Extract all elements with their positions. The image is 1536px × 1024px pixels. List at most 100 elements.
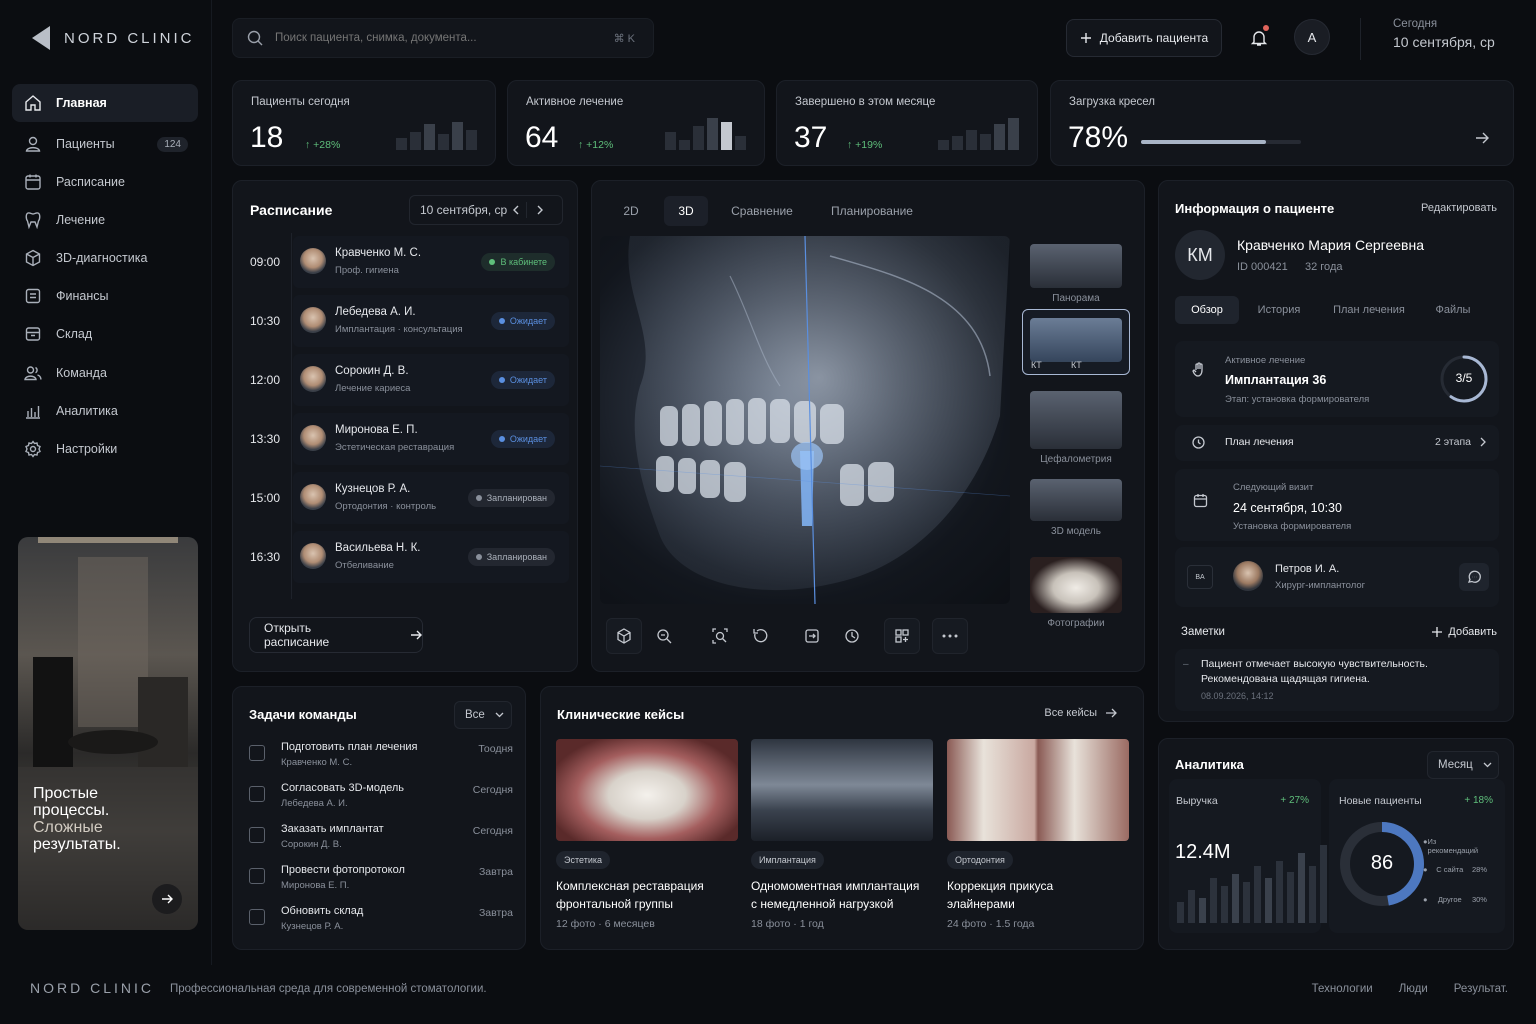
schedule-row[interactable]: 09:00 Кравченко М. С. Проф. гигиена В кабин… xyxy=(233,233,579,291)
appointment-card[interactable]: Лебедева А. И. Имплантация · консультация… xyxy=(293,295,569,347)
thumb-3d-model[interactable]: 3D модель xyxy=(1022,475,1130,539)
sidebar-item-warehouse[interactable]: Склад xyxy=(12,315,198,353)
schedule-row[interactable]: 10:30 Лебедева А. И. Имплантация · консуль… xyxy=(233,292,579,350)
view-3d-button[interactable] xyxy=(606,618,642,654)
tab-files[interactable]: Файлы xyxy=(1421,296,1485,324)
stat-card-completed-month[interactable]: Завершено в этом месяце 37 ↑ +19% xyxy=(776,80,1038,166)
active-treatment-card[interactable]: Активное лечение Имплантация 36 Этап: ус… xyxy=(1175,341,1499,417)
add-patient-button[interactable]: Добавить пациента xyxy=(1066,19,1222,57)
case-card[interactable]: Эстетика Комплексная реставрация фронталь… xyxy=(556,739,738,930)
3d-skull-scan[interactable] xyxy=(600,236,1010,604)
stat-card-patients-today[interactable]: Пациенты сегодня 18 ↑ +28% xyxy=(232,80,496,166)
task-checkbox[interactable] xyxy=(249,827,265,843)
promo-arrow-button[interactable] xyxy=(152,884,182,914)
status-label: Ожидает xyxy=(509,316,547,326)
tab-overview[interactable]: Обзор xyxy=(1175,296,1239,324)
task-item[interactable]: Заказать имплантат Сорокин Д. В. Сегодня xyxy=(249,823,513,863)
viewer-toolbar xyxy=(932,618,968,654)
task-checkbox[interactable] xyxy=(249,786,265,802)
case-card[interactable]: Имплантация Одномоментная имплантация с н… xyxy=(751,739,933,930)
search-bar[interactable]: ⌘ K xyxy=(232,18,654,58)
thumb-cephalometry[interactable]: Цефалометрия xyxy=(1022,383,1130,465)
angle-button[interactable] xyxy=(834,618,870,654)
region-zoom-button[interactable] xyxy=(702,618,738,654)
footer-link-result[interactable]: Результат. xyxy=(1454,983,1508,995)
note-card[interactable]: – Пациент отмечает высокую чувствительно… xyxy=(1175,649,1499,711)
thumb-panorama[interactable]: Панорама xyxy=(1022,236,1130,304)
thumb-photos[interactable]: Фотографии xyxy=(1022,549,1130,629)
footer-link-people[interactable]: Люди xyxy=(1399,983,1428,995)
tab-history[interactable]: История xyxy=(1243,296,1315,324)
appointment-card[interactable]: Кравченко М. С. Проф. гигиена В кабинете xyxy=(293,236,569,288)
stat-card-active-treatment[interactable]: Активное лечение 64 ↑ +12% xyxy=(507,80,765,166)
task-checkbox[interactable] xyxy=(249,909,265,925)
thumb-ct[interactable]: КТ КТ xyxy=(1022,309,1130,375)
edit-patient-link[interactable]: Редактировать xyxy=(1421,202,1497,214)
schedule-row[interactable]: 16:30 Васильева Н. К. Отбеливание Запланиро… xyxy=(233,528,579,586)
task-item[interactable]: Согласовать 3D-модель Лебедева А. И. Сегод… xyxy=(249,782,513,822)
task-checkbox[interactable] xyxy=(249,745,265,761)
schedule-row[interactable]: 13:30 Миронова Е. П. Эстетическая реставра… xyxy=(233,410,579,468)
open-schedule-button[interactable]: Открыть расписание xyxy=(249,617,423,653)
sidebar-item-settings[interactable]: Настройки xyxy=(12,430,198,468)
add-note-button[interactable]: Добавить xyxy=(1432,626,1497,638)
zoom-icon xyxy=(656,628,672,644)
arrow-right-icon[interactable] xyxy=(1475,131,1489,145)
layers-button[interactable] xyxy=(884,618,920,654)
legend-item: ● С сайта 28% xyxy=(1423,865,1487,874)
measure-button[interactable] xyxy=(794,618,830,654)
schedule-row[interactable]: 15:00 Кузнецов Р. А. Ортодонтия · контроль… xyxy=(233,469,579,527)
task-item[interactable]: Обновить склад Кузнецов Р. А. Завтра xyxy=(249,905,513,945)
user-avatar[interactable]: A xyxy=(1294,19,1330,55)
legend-label: С сайта xyxy=(1436,865,1464,874)
chevron-left-icon[interactable] xyxy=(508,202,524,218)
sidebar-item-analytics[interactable]: Аналитика xyxy=(12,392,198,430)
schedule-row[interactable]: 12:00 Сорокин Д. В. Лечение кариеса Ожидает xyxy=(233,351,579,409)
analytics-period-select[interactable]: Месяц xyxy=(1427,751,1499,779)
sidebar-item-patients[interactable]: Пациенты 124 xyxy=(12,125,198,163)
sidebar-item-finance[interactable]: Финансы xyxy=(12,277,198,315)
next-visit-card[interactable]: Следующий визит 24 сентября, 10:30 Устан… xyxy=(1175,469,1499,541)
notifications-button[interactable] xyxy=(1240,19,1278,57)
zoom-button[interactable] xyxy=(646,618,682,654)
status-badge: Ожидает xyxy=(490,430,555,448)
tab-3d[interactable]: 3D xyxy=(664,196,708,226)
sidebar-item-treatment[interactable]: Лечение xyxy=(12,201,198,239)
brand-name: NORD CLINIC xyxy=(64,29,195,47)
rotate-button[interactable] xyxy=(742,618,778,654)
thumb-caption: 3D модель xyxy=(1051,526,1101,537)
stat-card-chair-load[interactable]: Загрузка кресел 78% xyxy=(1050,80,1514,166)
task-checkbox[interactable] xyxy=(249,868,265,884)
appointment-card[interactable]: Кузнецов Р. А. Ортодонтия · контроль Запла… xyxy=(293,472,569,524)
task-item[interactable]: Провести фотопротокол Миронова Е. П. Завтр… xyxy=(249,864,513,904)
tab-treatment-plan[interactable]: План лечения xyxy=(1323,296,1415,324)
sidebar-item-team[interactable]: Команда xyxy=(12,354,198,392)
tab-planning[interactable]: Планирование xyxy=(820,196,924,226)
tasks-filter-select[interactable]: Все xyxy=(454,701,512,729)
case-card[interactable]: Ортодонтия Коррекция прикуса элайнерами 2… xyxy=(947,739,1129,930)
search-input[interactable] xyxy=(275,32,595,44)
footer-link-technology[interactable]: Технологии xyxy=(1312,983,1373,995)
chevron-right-icon[interactable] xyxy=(526,202,552,218)
revenue-card[interactable]: Выручка + 27% 12.4M xyxy=(1169,779,1327,933)
legend-label: Другое xyxy=(1437,895,1462,904)
appointment-card[interactable]: Сорокин Д. В. Лечение кариеса Ожидает xyxy=(293,354,569,406)
new-patients-card[interactable]: Новые пациенты + 18% 86 ● Из рекомендаций… xyxy=(1329,779,1505,933)
brand-logo[interactable]: NORD CLINIC xyxy=(32,26,195,50)
sidebar-item-3d-diagnostics[interactable]: 3D-диагностика xyxy=(12,239,198,277)
appointment-card[interactable]: Васильева Н. К. Отбеливание Запланирован xyxy=(293,531,569,583)
treatment-plan-row[interactable]: План лечения 2 этапа xyxy=(1175,425,1499,461)
appointment-patient: Лебедева А. И. xyxy=(335,306,416,318)
task-item[interactable]: Подготовить план лечения Кравченко М. С. Т… xyxy=(249,741,513,781)
more-button[interactable] xyxy=(932,618,968,654)
all-cases-link[interactable]: Все кейсы xyxy=(1044,707,1117,719)
message-doctor-button[interactable] xyxy=(1459,563,1489,591)
today-label: Сегодня xyxy=(1393,18,1438,30)
tab-compare[interactable]: Сравнение xyxy=(722,196,802,226)
sidebar-item-home[interactable]: Главная xyxy=(12,84,198,122)
tab-2d[interactable]: 2D xyxy=(608,196,654,226)
appointment-card[interactable]: Миронова Е. П. Эстетическая реставрация Ож… xyxy=(293,413,569,465)
sidebar-item-schedule[interactable]: Расписание xyxy=(12,163,198,201)
schedule-date-picker[interactable]: 10 сентября, ср xyxy=(409,195,563,225)
doctor-card[interactable]: BA Петров И. А. Хирург-имплантолог xyxy=(1175,547,1499,607)
